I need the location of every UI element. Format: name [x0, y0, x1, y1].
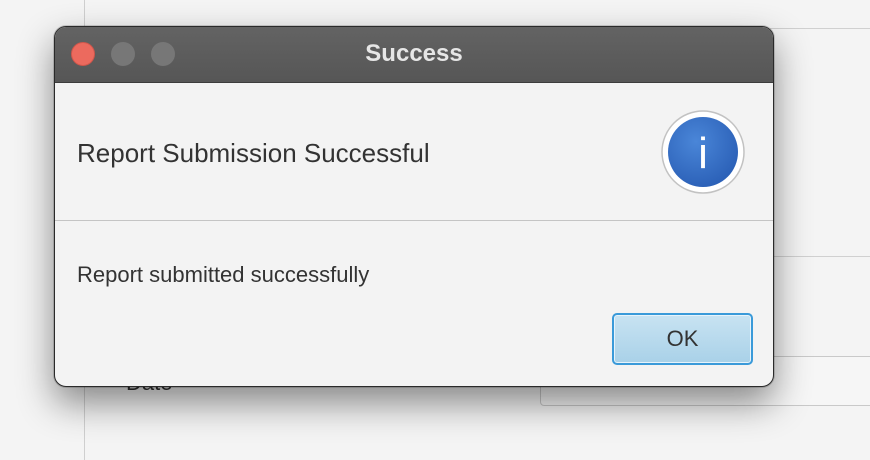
- background-row-separator: [770, 256, 870, 257]
- success-dialog: Success Report Submission Successful i R…: [54, 26, 774, 387]
- screen: Date 01/12/2025 Success Report Submissio…: [0, 0, 870, 460]
- dialog-content-text: Report submitted successfully: [77, 262, 370, 287]
- dialog-titlebar: Success: [55, 27, 773, 83]
- ok-button[interactable]: OK: [612, 313, 753, 365]
- background-row-separator: [770, 28, 870, 29]
- info-icon: i: [661, 110, 745, 194]
- dialog-header-text: Report Submission Successful: [77, 138, 430, 168]
- dialog-header-pane: Report Submission Successful i: [55, 83, 773, 221]
- info-icon-glyph: i: [698, 129, 708, 178]
- dialog-title: Success: [365, 40, 463, 67]
